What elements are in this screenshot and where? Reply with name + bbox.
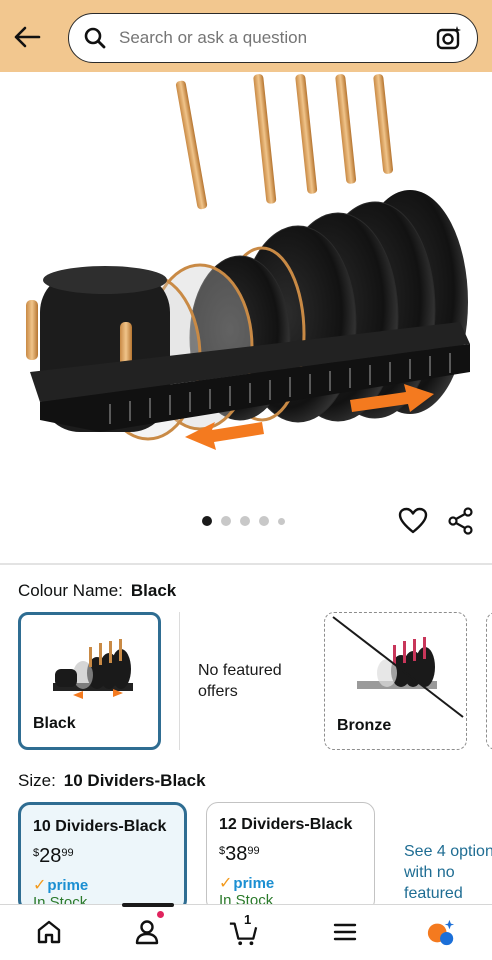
search-bar[interactable] [68,13,478,63]
price-whole: 28 [39,845,62,867]
colour-thumbnail-black [53,639,133,699]
size-option-price: $3899 [219,843,260,866]
swatch-separator [179,612,180,750]
profile-icon[interactable] [132,917,162,947]
colour-label-text: Colour Name: [18,581,123,600]
size-option-price: $2899 [33,845,74,868]
section-divider [0,563,492,565]
price-currency: $ [33,847,40,859]
size-option-title: 12 Dividers-Black [219,816,353,833]
size-label-text: Size: [18,771,56,790]
home-icon[interactable] [34,917,64,947]
camera-lens-icon[interactable] [435,24,463,52]
pagination-dot[interactable] [202,516,212,526]
prime-text: prime [233,874,275,892]
search-icon [83,26,107,50]
colour-option-black[interactable]: Black [18,612,161,750]
prime-text: prime [47,876,89,894]
pagination-dot[interactable] [240,516,250,526]
colour-option-label: Black [33,715,76,732]
pagination-dot[interactable] [259,516,269,526]
pagination-dot[interactable] [278,517,285,525]
colour-selected-value: Black [130,581,177,600]
notification-badge [156,910,165,919]
cart-count: 1 [244,912,252,927]
colour-label: Colour Name: Black [18,581,176,601]
size-option-12-dividers[interactable]: 12 Dividers-Black $3899 ✓ prime In Stock [206,802,375,912]
search-input[interactable] [119,28,435,48]
colour-option-bronze[interactable]: Bronze [324,612,467,750]
back-arrow-icon[interactable] [10,20,44,54]
rufus-assistant-icon[interactable] [426,917,456,947]
price-fraction: 99 [247,845,260,857]
size-label: Size: 10 Dividers-Black [18,771,206,791]
size-option-10-dividers[interactable]: 10 Dividers-Black $2899 ✓ prime In Stock [18,802,187,912]
price-fraction: 99 [61,847,74,859]
colour-option-more[interactable] [486,612,492,750]
prime-badge: ✓ prime [33,875,88,895]
prime-badge: ✓ prime [219,873,274,893]
cart-icon[interactable] [228,917,258,947]
active-tab-indicator [122,903,174,907]
pagination-dot[interactable] [221,516,231,526]
header-bar [0,0,492,72]
price-whole: 38 [225,843,248,865]
price-currency: $ [219,845,226,857]
size-selected-value: 10 Dividers-Black [63,771,206,790]
heart-icon[interactable] [398,506,428,536]
no-featured-offers-text: No featured offers [198,662,282,700]
image-pagination[interactable] [202,516,285,526]
prime-check-icon: ✓ [33,877,47,894]
menu-icon[interactable] [330,917,360,947]
share-icon[interactable] [446,506,476,536]
size-option-title: 10 Dividers-Black [33,818,167,835]
colour-option-label: Bronze [337,717,392,734]
prime-check-icon: ✓ [219,875,233,892]
product-image[interactable] [0,72,492,502]
